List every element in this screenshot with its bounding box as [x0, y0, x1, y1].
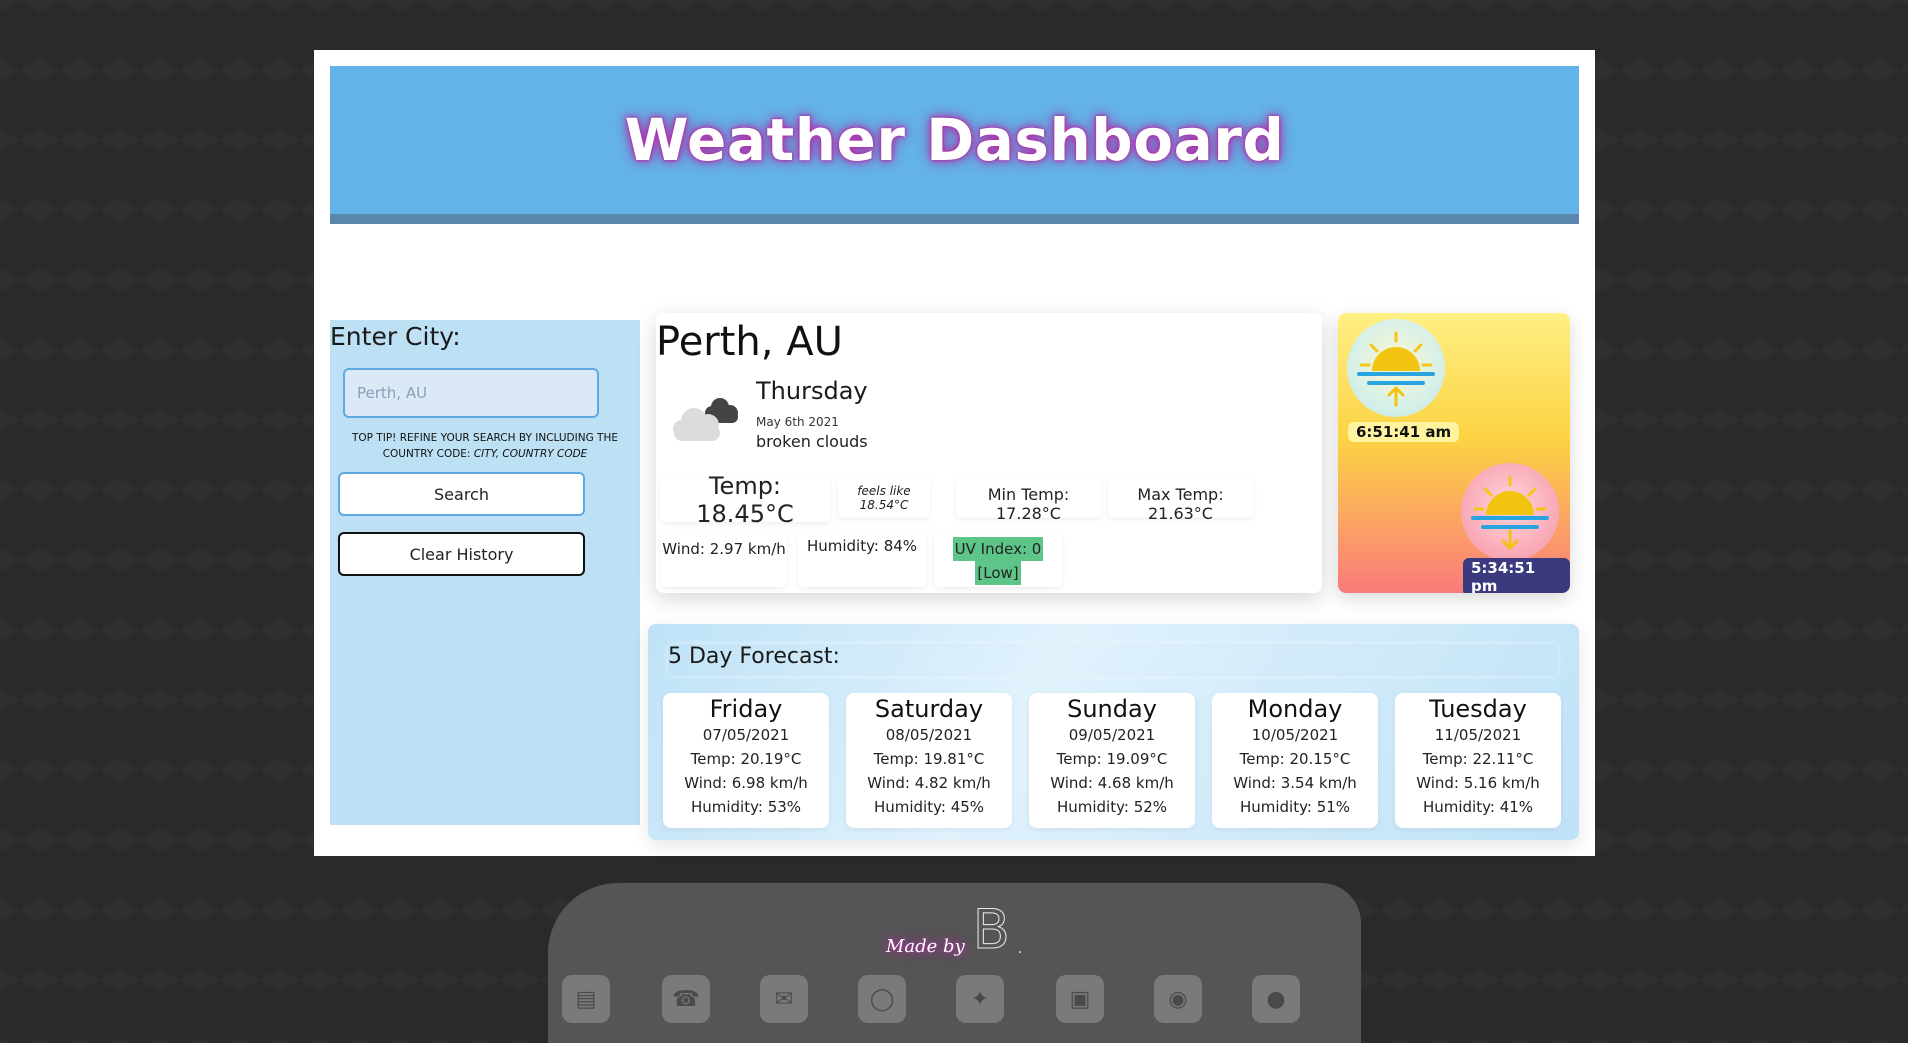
search-tip: Top tip! Refine your search by including… [330, 430, 640, 462]
instagram-icon[interactable]: ◯ [858, 975, 906, 1023]
forecast-wind: Wind: 3.54 km/h [1233, 774, 1357, 792]
sunrise-icon [1347, 319, 1445, 417]
search-button[interactable]: Search [338, 472, 585, 516]
weather-description: broken clouds [756, 432, 868, 451]
forecast-wind: Wind: 4.68 km/h [1050, 774, 1174, 792]
forecast-card: Saturday 08/05/2021 Temp: 19.81°C Wind: … [846, 693, 1012, 828]
twitter-icon[interactable]: ✦ [956, 975, 1004, 1023]
forecast-card: Tuesday 11/05/2021 Temp: 22.11°C Wind: 5… [1395, 693, 1561, 828]
forecast-wind: Wind: 4.82 km/h [867, 774, 991, 792]
portfolio-icon[interactable]: ● [1252, 975, 1300, 1023]
page-title: Weather Dashboard [624, 106, 1285, 174]
uv-index-level: [Low] [975, 561, 1021, 585]
forecast-title: 5 Day Forecast: [668, 644, 1558, 676]
forecast-temp: Temp: 22.11°C [1422, 750, 1534, 768]
forecast-day: Sunday [1067, 695, 1157, 723]
forecast-temp: Temp: 20.19°C [690, 750, 802, 768]
city-search-input[interactable] [343, 368, 599, 418]
uv-index-value: UV Index: 0 [952, 537, 1044, 561]
forecast-day: Tuesday [1429, 695, 1527, 723]
phone-icon[interactable]: ☎ [662, 975, 710, 1023]
forecast-humidity: Humidity: 41% [1422, 798, 1534, 816]
forecast-date: 10/05/2021 [1251, 726, 1339, 744]
search-sidebar: Enter City: Top tip! Refine your search … [330, 320, 640, 825]
github-icon[interactable]: ◉ [1154, 975, 1202, 1023]
current-date: May 6th 2021 [756, 415, 839, 429]
forecast-humidity: Humidity: 53% [690, 798, 802, 816]
linkedin-icon[interactable]: ▣ [1056, 975, 1104, 1023]
sunrise-time: 6:51:41 am [1348, 422, 1460, 442]
forecast-humidity: Humidity: 51% [1239, 798, 1351, 816]
signature-dot: . [1017, 941, 1023, 957]
forecast-wind: Wind: 6.98 km/h [684, 774, 808, 792]
tip-example: city, country code [473, 448, 588, 460]
humidity: Humidity: 84% [798, 533, 926, 587]
forecast-date: 08/05/2021 [885, 726, 973, 744]
forecast-humidity: Humidity: 45% [873, 798, 985, 816]
broken-clouds-icon [668, 391, 748, 451]
forecast-temp: Temp: 20.15°C [1239, 750, 1351, 768]
clear-history-button[interactable]: Clear History [338, 532, 585, 576]
forecast-wind: Wind: 5.16 km/h [1416, 774, 1540, 792]
current-day: Thursday [756, 377, 868, 405]
forecast-day: Saturday [874, 695, 984, 723]
made-by-signature: Made by B . [886, 898, 1023, 961]
forecast-card: Friday 07/05/2021 Temp: 20.19°C Wind: 6.… [663, 693, 829, 828]
page-container: Weather Dashboard Enter City: Top tip! R… [314, 50, 1595, 856]
forecast-temp: Temp: 19.81°C [873, 750, 985, 768]
city-name: Perth, AU [656, 319, 843, 365]
forecast-temp: Temp: 19.09°C [1056, 750, 1168, 768]
enter-city-label: Enter City: [330, 322, 461, 351]
forecast-card: Sunday 09/05/2021 Temp: 19.09°C Wind: 4.… [1029, 693, 1195, 828]
forecast-card: Monday 10/05/2021 Temp: 20.15°C Wind: 3.… [1212, 693, 1378, 828]
five-day-forecast: 5 Day Forecast: Friday 07/05/2021 Temp: … [648, 624, 1579, 840]
forecast-day: Monday [1247, 695, 1343, 723]
uv-index: UV Index: 0 [Low] [934, 533, 1062, 587]
min-temp: Min Temp: 17.28°C [956, 478, 1101, 523]
current-temp: Temp: 18.45°C [660, 472, 830, 528]
max-temp: Max Temp: 21.63°C [1108, 478, 1253, 523]
footer-panel: Made by B . ▤ ☎ ✉ ◯ ✦ ▣ ◉ ● [548, 883, 1361, 1043]
made-by-text: Made by [886, 936, 965, 957]
forecast-humidity: Humidity: 52% [1056, 798, 1168, 816]
sunrise-sunset-panel: 6:51:41 am 5:34:51 pm [1338, 313, 1570, 593]
signature-letter: B [972, 898, 1010, 961]
sunset-icon [1461, 463, 1559, 561]
header-banner: Weather Dashboard [330, 66, 1579, 224]
forecast-date: 07/05/2021 [702, 726, 790, 744]
sunset-time: 5:34:51 pm [1463, 558, 1570, 593]
resume-icon[interactable]: ▤ [562, 975, 610, 1023]
forecast-day: Friday [709, 695, 783, 723]
wind-speed: Wind: 2.97 km/h [661, 533, 787, 587]
email-icon[interactable]: ✉ [760, 975, 808, 1023]
feels-like: feels like 18.54°C [838, 478, 930, 518]
forecast-date: 09/05/2021 [1068, 726, 1156, 744]
forecast-date: 11/05/2021 [1434, 726, 1522, 744]
current-weather-card: Perth, AU Thursday May 6th 2021 broken c [656, 313, 1322, 593]
